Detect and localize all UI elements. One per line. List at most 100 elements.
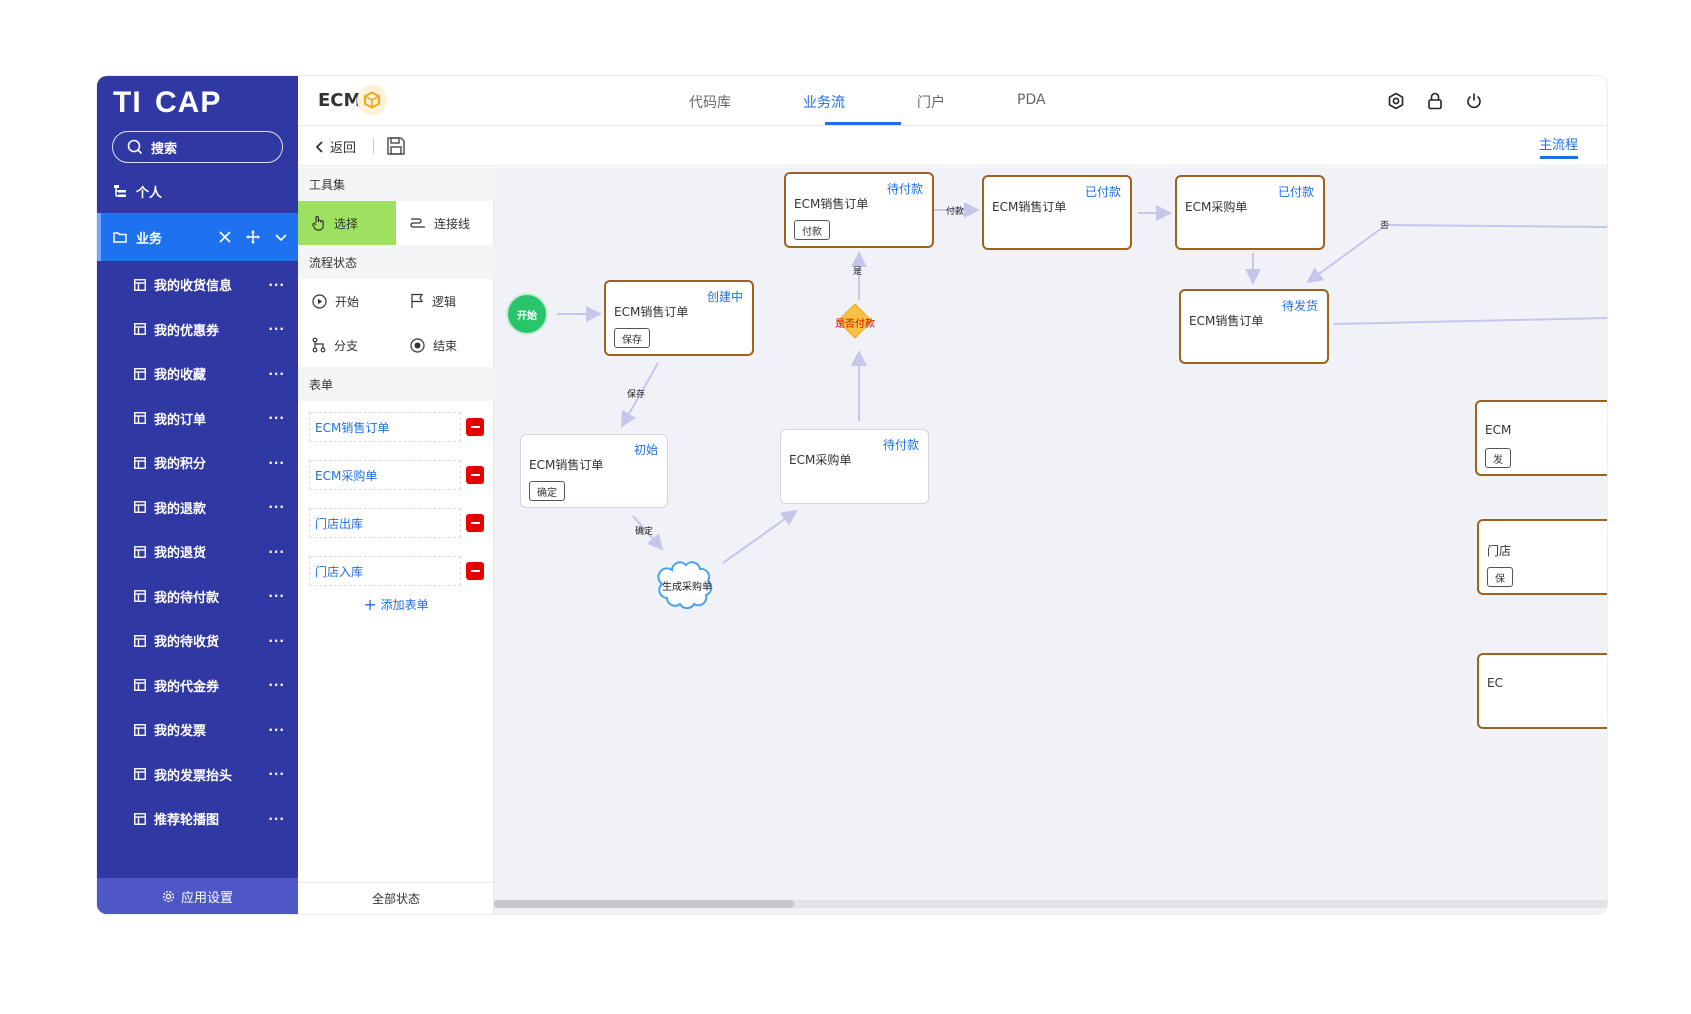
start-tool[interactable]: 开始 (298, 279, 396, 323)
sidebar-item-business[interactable]: 业务 (97, 213, 298, 261)
lock-icon[interactable] (1424, 90, 1446, 112)
more-icon[interactable]: ··· (268, 367, 285, 381)
horizontal-scrollbar[interactable] (494, 900, 1607, 908)
more-icon[interactable]: ··· (268, 278, 285, 292)
form-item-store-inbound[interactable]: 门店入库 (309, 556, 461, 586)
business-label: 业务 (136, 231, 163, 247)
end-tool[interactable]: 结束 (396, 323, 494, 367)
tab-business-flow[interactable]: 业务流 (803, 92, 845, 112)
node-title: ECM销售订单 (794, 197, 869, 211)
node-title: ECM销售订单 (992, 200, 1067, 214)
more-icon[interactable]: ··· (268, 812, 285, 826)
more-icon[interactable]: ··· (268, 322, 285, 336)
sub-item-label: 我的积分 (154, 457, 207, 472)
chevron-down-icon[interactable] (274, 230, 288, 244)
sidebar-sub-item[interactable]: 推荐轮播图 ··· (97, 795, 298, 843)
more-icon[interactable]: ··· (268, 678, 285, 692)
sub-item-label: 我的发票抬头 (154, 768, 233, 784)
main-flow-indicator (1540, 156, 1578, 159)
sidebar-item-personal[interactable]: 个人 (97, 170, 298, 212)
sidebar-sub-item[interactable]: 我的待付款 ··· (97, 572, 298, 620)
form-item-ecm-sales-order[interactable]: ECM销售订单 (309, 412, 461, 442)
tab-main-flow[interactable]: 主流程 (1539, 134, 1578, 153)
search-input[interactable]: 搜索 (112, 131, 283, 163)
end-label: 结束 (433, 338, 458, 353)
tab-portal[interactable]: 门户 (917, 92, 945, 112)
form-item-store-outbound[interactable]: 门店出库 (309, 508, 461, 538)
flow-node[interactable]: 初始 ECM销售订单 确定 (520, 434, 668, 508)
sidebar-sub-item[interactable]: 我的积分 ··· (97, 439, 298, 487)
start-node[interactable]: 开始 (506, 293, 548, 335)
flow-node[interactable]: 待付款 ECM采购单 (780, 429, 929, 504)
node-action-button[interactable]: 付款 (794, 220, 830, 240)
sidebar-sub-item[interactable]: 我的收藏 ··· (97, 350, 298, 398)
move-icon[interactable] (246, 230, 260, 244)
delete-form-button[interactable] (466, 562, 484, 580)
cloud-label: 生成采购单 (662, 582, 712, 593)
tab-pda[interactable]: PDA (1017, 92, 1046, 108)
sidebar-sub-item[interactable]: 我的退款 ··· (97, 483, 298, 531)
sidebar-sub-item[interactable]: 我的待收货 ··· (97, 617, 298, 665)
more-icon[interactable]: ··· (268, 500, 285, 514)
connect-line-tool[interactable]: 连接线 (396, 201, 494, 245)
node-action-button[interactable]: 发 (1485, 448, 1511, 468)
start-label: 开始 (335, 294, 360, 309)
sub-item-label: 我的退货 (154, 546, 207, 561)
delete-form-button[interactable] (466, 514, 484, 532)
flow-node[interactable]: 待付款 ECM销售订单 付款 (784, 172, 934, 248)
chevron-left-icon (315, 140, 323, 153)
sidebar-sub-item[interactable]: 我的代金券 ··· (97, 661, 298, 709)
sidebar-sub-item[interactable]: 我的优惠券 ··· (97, 305, 298, 353)
delete-form-button[interactable] (466, 418, 484, 436)
sub-item-label: 我的发票 (154, 724, 207, 739)
more-icon[interactable]: ··· (268, 767, 285, 781)
add-form-button[interactable]: + 添加表单 (298, 595, 494, 614)
branch-tool[interactable]: 分支 (298, 323, 396, 367)
logic-tool[interactable]: 逻辑 (396, 279, 494, 323)
close-icon[interactable] (218, 230, 232, 244)
more-icon[interactable]: ··· (268, 589, 285, 603)
flow-node[interactable]: 门店 保 (1477, 519, 1607, 595)
power-icon[interactable] (1463, 90, 1485, 112)
flow-node[interactable]: ECM 发 (1475, 400, 1607, 476)
node-status: 待发货 (1281, 299, 1318, 313)
table-icon (134, 723, 146, 736)
flow-node[interactable]: 已付款 ECM采购单 (1175, 175, 1325, 250)
more-icon[interactable]: ··· (268, 456, 285, 470)
node-action-button[interactable]: 保 (1487, 567, 1513, 587)
table-icon (134, 590, 146, 602)
sidebar-sub-item[interactable]: 我的订单 ··· (97, 394, 298, 442)
flow-canvas[interactable]: 开始 创建中 ECM销售订单 保存 初始 ECM销售订单 确定 待付款 ECM采… (494, 167, 1607, 914)
node-action-button[interactable]: 确定 (529, 481, 565, 501)
app-settings-button[interactable]: 应用设置 (97, 878, 298, 914)
table-icon (134, 278, 146, 291)
flow-node[interactable]: EC (1477, 653, 1607, 729)
sidebar-sub-item[interactable]: 我的收货信息 ··· (97, 261, 298, 309)
scrollbar-thumb[interactable] (494, 900, 794, 908)
connector-icon (410, 218, 425, 228)
sub-item-label: 我的退款 (154, 501, 207, 517)
stop-circle-icon (410, 337, 425, 353)
delete-form-button[interactable] (466, 466, 484, 484)
more-icon[interactable]: ··· (268, 723, 285, 737)
more-icon[interactable]: ··· (268, 634, 285, 648)
sidebar-sub-item[interactable]: 我的发票抬头 ··· (97, 750, 298, 798)
flow-node[interactable]: 待发货 ECM销售订单 (1179, 289, 1329, 364)
save-icon[interactable] (386, 136, 406, 156)
all-status-button[interactable]: 全部状态 (298, 882, 494, 914)
decision-label: 是否付款 (835, 319, 875, 330)
more-icon[interactable]: ··· (268, 411, 285, 425)
flow-node[interactable]: 已付款 ECM销售订单 (982, 175, 1132, 250)
back-button[interactable]: 返回 (314, 137, 356, 156)
sidebar-sub-item[interactable]: 我的发票 ··· (97, 706, 298, 754)
search-label: 搜索 (151, 141, 178, 157)
select-tool[interactable]: 选择 (298, 201, 396, 245)
more-icon[interactable]: ··· (268, 545, 285, 559)
settings-hex-icon[interactable] (1385, 90, 1407, 112)
flow-node[interactable]: 创建中 ECM销售订单 保存 (604, 280, 754, 356)
tab-code-library[interactable]: 代码库 (689, 92, 731, 112)
form-item-ecm-purchase[interactable]: ECM采购单 (309, 460, 461, 490)
sidebar-sub-item[interactable]: 我的退货 ··· (97, 528, 298, 576)
node-action-button[interactable]: 保存 (614, 328, 650, 348)
tool-panel: 工具集 选择 连接线 流程状态 开始 逻辑 分支 结束 表单 ECM销售订单 E (298, 167, 494, 914)
